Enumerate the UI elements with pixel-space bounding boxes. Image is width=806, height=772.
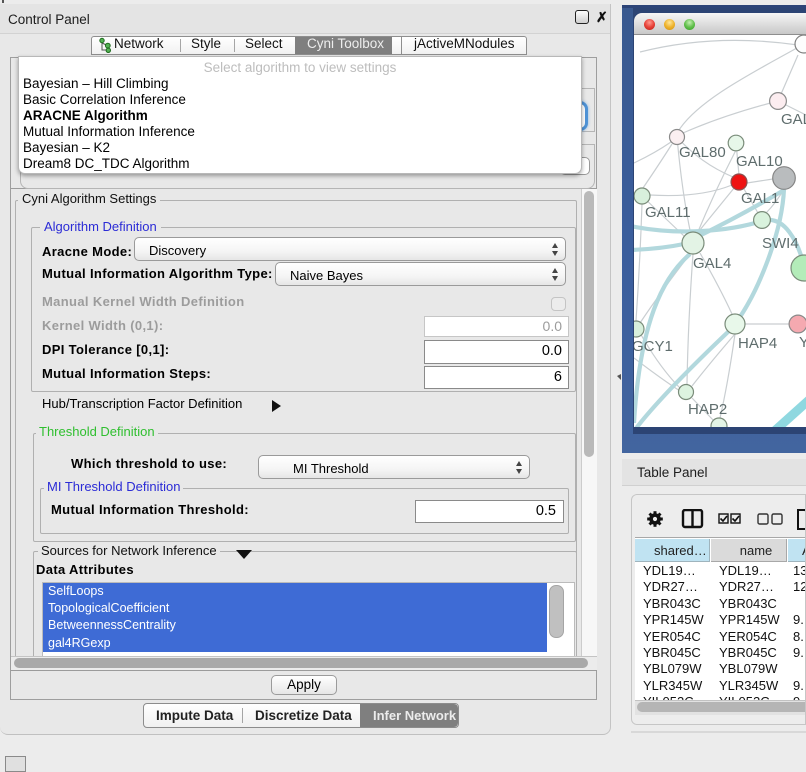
- svg-text:YB: YB: [799, 334, 806, 351]
- svg-text:GAL4: GAL4: [693, 255, 731, 272]
- svg-text:GAL1: GAL1: [741, 190, 779, 207]
- svg-text:HAP2: HAP2: [688, 401, 727, 418]
- svg-text:GAL11: GAL11: [645, 204, 691, 221]
- svg-text:SWI4: SWI4: [762, 235, 799, 252]
- svg-text:GAL7: GAL7: [781, 111, 806, 128]
- svg-text:GAL80: GAL80: [679, 144, 726, 161]
- svg-text:GCY1: GCY1: [634, 338, 673, 355]
- svg-text:HAP4: HAP4: [738, 335, 777, 352]
- svg-text:GAL10: GAL10: [736, 153, 783, 170]
